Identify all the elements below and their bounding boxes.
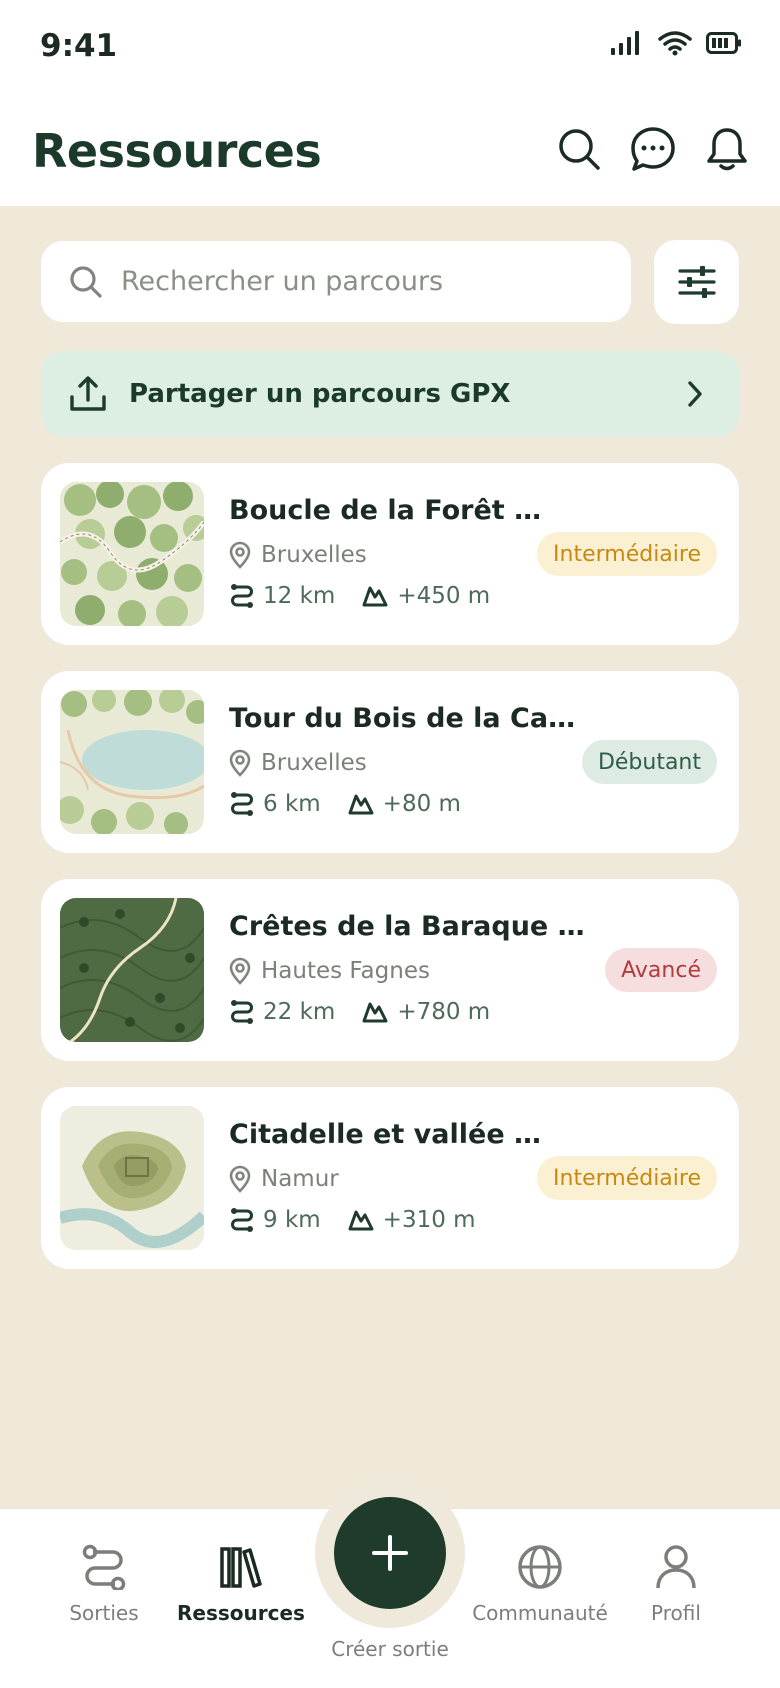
mountain-icon xyxy=(362,586,388,607)
user-icon xyxy=(656,1545,696,1589)
route-card[interactable]: Citadelle et vallée de... Namur 9 km +31… xyxy=(41,1087,739,1269)
create-outing-button[interactable] xyxy=(334,1497,446,1609)
route-title: Crêtes de la Baraque Michel xyxy=(229,911,599,942)
route-map-thumbnail xyxy=(60,898,204,1042)
mountain-icon xyxy=(348,1210,374,1231)
tab-sorties-label: Sorties xyxy=(69,1601,139,1625)
route-map-thumbnail xyxy=(60,482,204,626)
route-icon xyxy=(82,1544,126,1590)
route-card[interactable]: Boucle de la Forêt de... Bruxelles 12 km… xyxy=(41,463,739,645)
messages-button[interactable] xyxy=(630,126,676,172)
pin-icon xyxy=(229,749,251,777)
route-card[interactable]: Tour du Bois de la Cambre Bruxelles 6 km… xyxy=(41,671,739,853)
route-location-label: Bruxelles xyxy=(261,750,367,776)
search-input[interactable] xyxy=(121,266,591,297)
chevron-right-icon xyxy=(688,381,702,407)
route-distance: 9 km xyxy=(263,1207,321,1233)
route-elevation: +310 m xyxy=(382,1207,476,1233)
difficulty-badge: Intermédiaire xyxy=(537,532,717,576)
tab-ressources-label: Ressources xyxy=(177,1601,305,1625)
search-icon xyxy=(70,265,102,298)
route-elevation: +450 m xyxy=(397,583,491,609)
route-distance: 12 km xyxy=(263,583,336,609)
route-icon xyxy=(231,584,253,608)
route-location: Namur xyxy=(229,1165,339,1193)
library-icon xyxy=(220,1547,262,1588)
share-gpx-label: Partager un parcours GPX xyxy=(129,379,511,409)
tab-sorties[interactable]: Sorties xyxy=(29,1539,179,1625)
bell-icon xyxy=(707,128,747,171)
search-bar xyxy=(41,241,631,322)
status-bar: 9:41 xyxy=(0,0,780,100)
pin-icon xyxy=(229,541,251,569)
cellular-signal-icon xyxy=(611,31,639,55)
mountain-icon xyxy=(362,1002,388,1023)
status-time: 9:41 xyxy=(40,28,118,64)
route-card[interactable]: Crêtes de la Baraque Michel Hautes Fagne… xyxy=(41,879,739,1061)
difficulty-badge: Débutant xyxy=(581,740,717,784)
tab-communaute-label: Communauté xyxy=(472,1601,608,1625)
tab-ressources[interactable]: Ressources xyxy=(166,1539,316,1625)
share-gpx-button[interactable]: Partager un parcours GPX xyxy=(41,351,739,437)
route-elevation: +780 m xyxy=(397,999,491,1025)
route-location-label: Namur xyxy=(261,1166,339,1192)
upload-icon xyxy=(70,376,106,411)
battery-icon xyxy=(706,32,741,54)
tab-communaute[interactable]: Communauté xyxy=(465,1539,615,1625)
chat-icon xyxy=(631,127,675,171)
route-stats: 9 km +310 m xyxy=(229,1207,502,1233)
route-location: Hautes Fagnes xyxy=(229,957,430,985)
route-map-thumbnail xyxy=(60,1106,204,1250)
wifi-icon xyxy=(658,31,692,56)
route-location: Bruxelles xyxy=(229,749,367,777)
route-icon xyxy=(231,792,253,816)
tab-profil-label: Profil xyxy=(651,1601,701,1625)
route-title: Citadelle et vallée de... xyxy=(229,1119,559,1150)
search-icon xyxy=(559,129,600,170)
route-distance: 22 km xyxy=(263,999,336,1025)
route-elevation: +80 m xyxy=(382,791,461,817)
header-actions xyxy=(556,126,750,172)
route-location-label: Hautes Fagnes xyxy=(261,958,430,984)
route-icon xyxy=(231,1000,253,1024)
status-icons xyxy=(610,30,742,56)
route-stats: 6 km +80 m xyxy=(229,791,487,817)
route-title: Boucle de la Forêt de... xyxy=(229,495,559,526)
route-map-thumbnail xyxy=(60,690,204,834)
globe-icon xyxy=(518,1545,562,1589)
difficulty-badge: Avancé xyxy=(605,948,717,992)
create-outing-label: Créer sortie xyxy=(331,1637,449,1661)
route-icon xyxy=(231,1208,253,1232)
page-title: Ressources xyxy=(32,124,322,178)
route-stats: 12 km +450 m xyxy=(229,583,516,609)
route-location: Bruxelles xyxy=(229,541,367,569)
header: Ressources xyxy=(0,100,780,206)
route-location-label: Bruxelles xyxy=(261,542,367,568)
search-button[interactable] xyxy=(556,126,602,172)
route-stats: 22 km +780 m xyxy=(229,999,516,1025)
route-title: Tour du Bois de la Cambre xyxy=(229,703,599,734)
difficulty-badge: Intermédiaire xyxy=(537,1156,717,1200)
plus-icon xyxy=(372,1535,408,1571)
sliders-icon xyxy=(677,266,716,298)
filter-button[interactable] xyxy=(654,240,739,324)
mountain-icon xyxy=(348,794,374,815)
notifications-button[interactable] xyxy=(704,126,750,172)
pin-icon xyxy=(229,1165,251,1193)
route-distance: 6 km xyxy=(263,791,321,817)
tab-profil[interactable]: Profil xyxy=(601,1539,751,1625)
pin-icon xyxy=(229,957,251,985)
